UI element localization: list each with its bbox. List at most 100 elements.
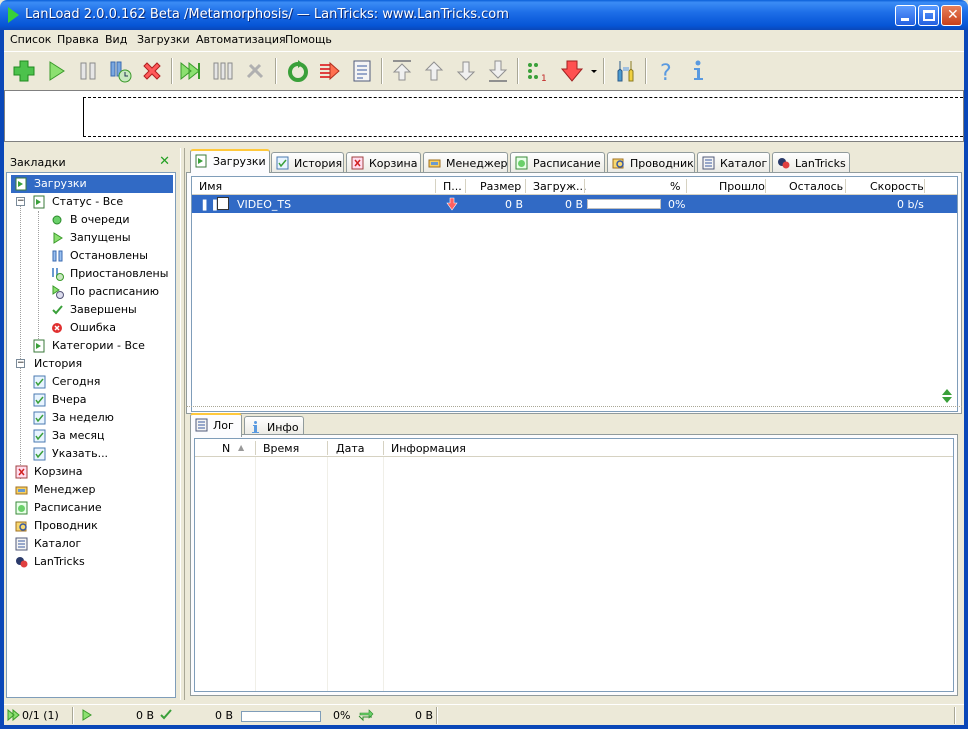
- menu-edit[interactable]: Правка: [57, 33, 99, 46]
- tree-item-schedule[interactable]: Расписание: [11, 499, 171, 517]
- tree-item-today[interactable]: Сегодня: [11, 373, 171, 391]
- column-date[interactable]: Дата: [336, 442, 364, 455]
- priority-dropdown[interactable]: [589, 57, 599, 85]
- menu-automation[interactable]: Автоматизация: [196, 33, 286, 46]
- tree-item-explorer[interactable]: Проводник: [11, 517, 171, 535]
- column-speed[interactable]: Скорость: [870, 180, 924, 193]
- schedule-green-icon: [15, 501, 28, 515]
- tree-item-categories[interactable]: Категории - Все: [11, 337, 171, 355]
- tree-item-manager[interactable]: Менеджер: [11, 481, 171, 499]
- column-name[interactable]: Имя: [199, 180, 222, 193]
- tab-schedule[interactable]: Расписание: [510, 152, 605, 172]
- tree-item-lantricks[interactable]: LanTricks: [11, 553, 171, 571]
- add-button[interactable]: [10, 57, 38, 85]
- maximize-button[interactable]: [918, 5, 939, 26]
- tab-log[interactable]: Лог: [190, 413, 242, 437]
- tree-item-stopped[interactable]: Остановлены: [11, 247, 171, 265]
- delete-icon: [143, 62, 161, 80]
- tools-button[interactable]: [242, 57, 270, 85]
- menu-list[interactable]: Список: [10, 33, 51, 46]
- move-bottom-button[interactable]: [484, 57, 512, 85]
- tree-item-completed[interactable]: Завершены: [11, 301, 171, 319]
- maximize-icon: [923, 10, 935, 21]
- downloads-icon: [15, 177, 28, 191]
- start-all-icon: [7, 708, 21, 725]
- explorer-icon: [612, 156, 625, 170]
- status-progress-bar: [241, 711, 321, 722]
- close-panel-icon[interactable]: ✕: [159, 154, 170, 169]
- column-n[interactable]: N: [222, 442, 230, 455]
- start-all-button[interactable]: [178, 57, 206, 85]
- tab-downloads[interactable]: Загрузки: [190, 149, 270, 173]
- tab-history[interactable]: История: [271, 152, 344, 172]
- column-percent[interactable]: %: [670, 180, 680, 193]
- help-button[interactable]: ?: [652, 57, 680, 86]
- tab-manager[interactable]: Менеджер: [423, 152, 508, 172]
- move-top-button[interactable]: [388, 57, 416, 85]
- pause-icon: [51, 249, 64, 263]
- history-icon: [33, 429, 46, 443]
- tree-item-custom[interactable]: Указать...: [11, 445, 171, 463]
- tree-item-week[interactable]: За неделю: [11, 409, 171, 427]
- settings-icon: [617, 61, 634, 82]
- info-button[interactable]: [684, 57, 712, 85]
- start-button[interactable]: [42, 57, 70, 85]
- menu-help[interactable]: Помощь: [285, 33, 332, 46]
- history-icon: [33, 411, 46, 425]
- menu-view[interactable]: Вид: [105, 33, 127, 46]
- collapse-icon[interactable]: −: [16, 359, 25, 368]
- tree-item-month[interactable]: За месяц: [11, 427, 171, 445]
- start-all-icon: [180, 61, 200, 81]
- priority-button[interactable]: [558, 57, 586, 85]
- menu-downloads[interactable]: Загрузки: [137, 33, 190, 46]
- panel-splitter[interactable]: [180, 148, 185, 700]
- move-down-icon: [456, 61, 476, 81]
- tree-item-queued[interactable]: В очереди: [11, 211, 171, 229]
- column-elapsed[interactable]: Прошло: [719, 180, 765, 193]
- tree-item-paused[interactable]: Приостановлены: [11, 265, 171, 283]
- row-progress-bar: [587, 199, 661, 209]
- speed-button[interactable]: [316, 57, 344, 85]
- splitter-arrows-icon[interactable]: [940, 388, 954, 404]
- queue-button[interactable]: 1: [524, 57, 552, 85]
- tab-info[interactable]: Инфо: [244, 416, 304, 434]
- downloads-table: Имя П... Размер Загруж... % Прошло Остал…: [191, 176, 958, 412]
- tree-item-status-all[interactable]: − Статус - Все: [11, 193, 171, 211]
- move-up-button[interactable]: [420, 57, 448, 85]
- collapse-icon[interactable]: −: [16, 197, 25, 206]
- tree-item-history[interactable]: − История: [11, 355, 171, 373]
- pause-all-button[interactable]: [210, 57, 238, 85]
- tab-lantricks[interactable]: LanTricks: [772, 152, 850, 172]
- pause-all-icon: [213, 62, 233, 80]
- refresh-button[interactable]: [284, 57, 312, 85]
- pause-icon: [80, 62, 96, 80]
- move-down-button[interactable]: [452, 57, 480, 85]
- pause-schedule-button[interactable]: [106, 57, 134, 85]
- delete-button[interactable]: [138, 57, 166, 85]
- properties-button[interactable]: [348, 57, 376, 85]
- tree-item-scheduled[interactable]: По расписанию: [11, 283, 171, 301]
- column-information[interactable]: Информация: [391, 442, 466, 455]
- tree-item-running[interactable]: Запущены: [11, 229, 171, 247]
- tree-item-yesterday[interactable]: Вчера: [11, 391, 171, 409]
- column-priority[interactable]: П...: [443, 180, 462, 193]
- column-time[interactable]: Время: [263, 442, 299, 455]
- column-remaining[interactable]: Осталось: [789, 180, 843, 193]
- tree-item-catalog[interactable]: Каталог: [11, 535, 171, 553]
- add-icon: [13, 60, 35, 82]
- settings-button[interactable]: [612, 57, 640, 85]
- bookmarks-tree: Загрузки − Статус - Все В очереди Запуще…: [6, 172, 176, 698]
- tab-explorer[interactable]: Проводник: [607, 152, 695, 172]
- tab-catalog[interactable]: Каталог: [697, 152, 770, 172]
- table-row[interactable]: ❚❚ VIDEO_TS 0 B 0 B 0% 0 b/s: [192, 195, 957, 213]
- column-size[interactable]: Размер: [480, 180, 521, 193]
- tree-item-trash[interactable]: Корзина: [11, 463, 171, 481]
- tree-item-error[interactable]: Ошибка: [11, 319, 171, 337]
- close-button[interactable]: ✕: [941, 5, 962, 26]
- minimize-button[interactable]: [895, 5, 916, 26]
- tab-trash[interactable]: Корзина: [346, 152, 421, 172]
- column-loaded[interactable]: Загруж...: [533, 180, 586, 193]
- tree-item-downloads[interactable]: Загрузки: [11, 175, 173, 193]
- window-frame-right: [964, 30, 968, 729]
- pause-button[interactable]: [74, 57, 102, 85]
